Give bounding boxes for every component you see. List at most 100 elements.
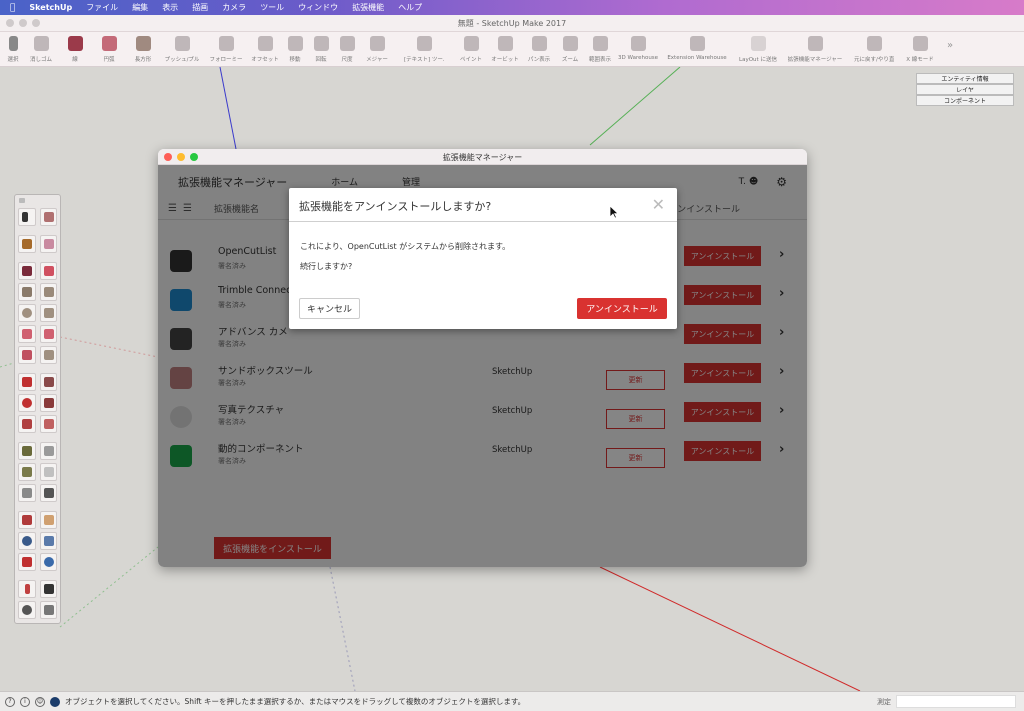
tool-3d-warehouse[interactable]: 3D Warehouse <box>616 32 660 67</box>
lt-zoom-extents-button[interactable] <box>18 553 36 571</box>
tool-arc[interactable]: 円弧 <box>92 32 126 67</box>
lt-section-plane-button[interactable] <box>39 601 57 619</box>
tool-move[interactable]: 移動 <box>282 32 308 67</box>
lt-paint-button[interactable] <box>18 235 36 253</box>
menu-file[interactable]: ファイル <box>86 2 118 13</box>
paint-bucket-icon <box>22 239 32 249</box>
instructor-icon[interactable] <box>50 696 60 707</box>
lt-arc-button[interactable] <box>18 325 36 343</box>
lt-rotate-button[interactable] <box>18 394 36 412</box>
tray-components-button[interactable]: コンポーネント <box>916 95 1014 106</box>
lt-polygon-button[interactable] <box>39 304 57 322</box>
lt-zoom-window-button[interactable] <box>39 532 57 550</box>
lt-axes-button[interactable] <box>18 484 36 502</box>
tool-pan[interactable]: パン表示 <box>522 32 556 67</box>
tool-extension-warehouse[interactable]: Extension Warehouse <box>660 32 734 67</box>
red-axis <box>599 566 861 691</box>
tool-extension-manager[interactable]: 拡張機能マネージャー <box>782 32 848 67</box>
tool-undo-redo[interactable]: 元に戻す/やり直し <box>848 32 900 67</box>
user-profile-icon[interactable]: ☺ <box>35 696 45 707</box>
measurements-label: 測定 <box>877 698 891 706</box>
tool-pushpull[interactable]: プッシュ/プル <box>160 32 204 67</box>
menu-extensions[interactable]: 拡張機能 <box>352 2 384 13</box>
tool-scale[interactable]: 尺度 <box>334 32 360 67</box>
lt-orbit-button[interactable] <box>18 511 36 529</box>
lt-line-button[interactable] <box>18 262 36 280</box>
tool-zoom-extents[interactable]: 範囲表示 <box>584 32 616 67</box>
extension-warehouse-icon <box>689 36 705 51</box>
position-camera-icon <box>25 584 30 594</box>
tool-select[interactable]: 選択 <box>2 32 24 67</box>
menu-tools[interactable]: ツール <box>260 2 284 13</box>
menu-sketchup[interactable]: SketchUp <box>29 3 72 12</box>
zoom-icon <box>22 536 32 546</box>
tool-orbit[interactable]: オービット <box>488 32 522 67</box>
tool-layout[interactable]: LayOut に送信 <box>734 32 782 67</box>
lt-tape-button[interactable] <box>18 442 36 460</box>
tray-entity-info-button[interactable]: エンティティ情報 <box>916 73 1014 84</box>
lt-scale-button[interactable] <box>18 415 36 433</box>
tool-line[interactable]: 線 <box>58 32 92 67</box>
lt-pan-button[interactable] <box>39 511 57 529</box>
scale-icon <box>339 36 355 51</box>
lt-zoom-button[interactable] <box>18 532 36 550</box>
dimension-icon <box>43 446 54 456</box>
lt-pie-button[interactable] <box>39 346 57 364</box>
lt-protractor-button[interactable] <box>18 463 36 481</box>
lt-walk-button[interactable] <box>39 580 57 598</box>
lt-previous-button[interactable] <box>39 553 57 571</box>
measurements-input[interactable] <box>896 695 1016 708</box>
tool-zoom[interactable]: ズーム <box>556 32 584 67</box>
confirm-uninstall-button[interactable]: アンインストール <box>577 298 667 319</box>
tool-rectangle[interactable]: 長方形 <box>126 32 160 67</box>
lt-3pt-arc-button[interactable] <box>18 346 36 364</box>
lt-offset-button[interactable] <box>39 415 57 433</box>
lt-freehand-button[interactable] <box>39 262 57 280</box>
tray-layers-button[interactable]: レイヤ <box>916 84 1014 95</box>
status-text: オブジェクトを選択してください。Shift キーを押したまま選択するか、またはマ… <box>65 697 526 706</box>
dialog-title: 拡張機能をアンインストールしますか? <box>299 200 492 213</box>
lt-text-button[interactable] <box>39 463 57 481</box>
tool-offset[interactable]: オフセット <box>248 32 282 67</box>
lt-dimension-button[interactable] <box>39 442 57 460</box>
close-icon[interactable]: ✕ <box>652 195 665 214</box>
lt-circle-button[interactable] <box>18 304 36 322</box>
apple-icon[interactable]:  <box>10 3 15 13</box>
followme-icon <box>43 398 54 408</box>
pushpull-icon <box>43 377 54 387</box>
lt-move-button[interactable] <box>18 373 36 391</box>
lt-select-button[interactable] <box>18 208 36 226</box>
tool-xray[interactable]: X 線モード <box>900 32 940 67</box>
toolbar-overflow[interactable]: » <box>940 32 960 67</box>
info-icon[interactable]: i <box>20 696 30 707</box>
blue-axis-dotted <box>329 566 356 691</box>
toolbar-grip-icon[interactable] <box>19 198 25 203</box>
lt-3d-text-button[interactable] <box>39 484 57 502</box>
tool-text[interactable]: [テキスト] ツール <box>394 32 454 67</box>
menu-view[interactable]: 表示 <box>162 2 178 13</box>
tool-paint[interactable]: ペイント <box>454 32 488 67</box>
lt-look-around-button[interactable] <box>18 601 36 619</box>
red-axis-dotted <box>59 336 159 358</box>
eye-icon <box>22 605 32 615</box>
geo-location-icon[interactable]: ? <box>5 696 15 707</box>
rectangle-icon <box>22 287 32 297</box>
menu-draw[interactable]: 描画 <box>192 2 208 13</box>
tool-eraser[interactable]: 消しゴム <box>24 32 58 67</box>
menu-camera[interactable]: カメラ <box>222 2 246 13</box>
lt-2pt-arc-button[interactable] <box>39 325 57 343</box>
lt-pushpull-button[interactable] <box>39 373 57 391</box>
tool-followme[interactable]: フォローミー <box>204 32 248 67</box>
tool-tape[interactable]: メジャー <box>360 32 394 67</box>
lt-position-camera-button[interactable] <box>18 580 36 598</box>
lt-eraser-button[interactable] <box>39 235 57 253</box>
menu-window[interactable]: ウィンドウ <box>298 2 338 13</box>
lt-rectangle-button[interactable] <box>18 283 36 301</box>
lt-rotated-rectangle-button[interactable] <box>39 283 57 301</box>
lt-component-button[interactable] <box>39 208 57 226</box>
cancel-button[interactable]: キャンセル <box>299 298 360 319</box>
lt-followme-button[interactable] <box>39 394 57 412</box>
tool-rotate[interactable]: 回転 <box>308 32 334 67</box>
menu-edit[interactable]: 編集 <box>132 2 148 13</box>
menu-help[interactable]: ヘルプ <box>398 2 422 13</box>
